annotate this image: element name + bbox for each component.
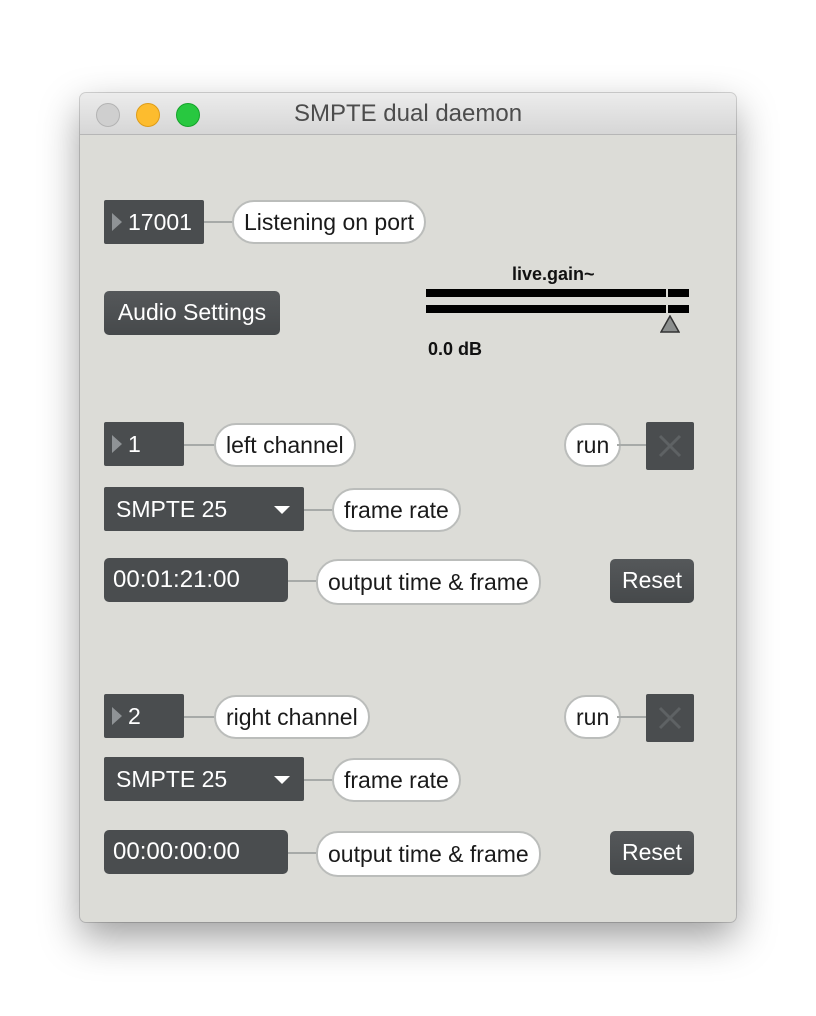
reset-button[interactable]: Reset xyxy=(610,831,694,875)
run-toggle[interactable] xyxy=(646,422,694,470)
channel-value: 2 xyxy=(128,703,141,729)
port-comment: Listening on port xyxy=(232,200,427,244)
port-value: 17001 xyxy=(128,209,192,235)
gain-meter-right xyxy=(426,305,689,313)
window-title: SMPTE dual daemon xyxy=(293,100,523,127)
triangle-right-icon xyxy=(112,707,122,725)
channel-comment: left channel xyxy=(214,423,356,467)
connector-line xyxy=(288,852,318,854)
channel-value: 1 xyxy=(128,431,141,457)
frame-rate-menu[interactable]: SMPTE 25 xyxy=(104,757,304,801)
audio-settings-button[interactable]: Audio Settings xyxy=(104,291,280,335)
output-time-comment: output time & frame xyxy=(316,559,541,605)
run-comment: run xyxy=(564,423,622,467)
frame-rate-menu[interactable]: SMPTE 25 xyxy=(104,487,304,531)
triangle-right-icon xyxy=(112,213,122,231)
x-icon xyxy=(658,706,682,730)
reset-button[interactable]: Reset xyxy=(610,559,694,603)
channel-comment: right channel xyxy=(214,695,370,739)
frame-rate-value: SMPTE 25 xyxy=(116,766,228,792)
triangle-right-icon xyxy=(112,435,122,453)
triangle-up-icon[interactable] xyxy=(660,315,680,333)
frame-rate-comment: frame rate xyxy=(332,758,461,802)
connector-line xyxy=(617,444,647,446)
output-time-display: 00:01:21:00 xyxy=(104,558,288,602)
gain-value: 0.0 dB xyxy=(428,339,483,359)
connector-line xyxy=(617,716,647,718)
port-number-box[interactable]: 17001 xyxy=(104,200,204,244)
run-comment: run xyxy=(564,695,622,739)
frame-rate-value: SMPTE 25 xyxy=(116,496,228,522)
connector-line xyxy=(304,779,334,781)
connector-line xyxy=(204,221,234,223)
gain-meter-left xyxy=(426,289,689,297)
gain-title: live.gain~ xyxy=(512,264,595,284)
channel-number-box[interactable]: 1 xyxy=(104,422,184,466)
gain-slider-line xyxy=(666,289,668,313)
connector-line xyxy=(288,580,318,582)
connector-line xyxy=(184,444,216,446)
title-bar[interactable]: SMPTE dual daemon xyxy=(80,93,736,135)
frame-rate-comment: frame rate xyxy=(332,488,461,532)
x-icon xyxy=(658,434,682,458)
channel-number-box[interactable]: 2 xyxy=(104,694,184,738)
run-toggle[interactable] xyxy=(646,694,694,742)
connector-line xyxy=(184,716,216,718)
chevron-down-icon xyxy=(274,506,290,514)
output-time-comment: output time & frame xyxy=(316,831,541,877)
output-time-display: 00:00:00:00 xyxy=(104,830,288,874)
chevron-down-icon xyxy=(274,776,290,784)
connector-line xyxy=(304,509,334,511)
patcher-window: SMPTE dual daemon 17001 Listening on por… xyxy=(80,93,736,922)
